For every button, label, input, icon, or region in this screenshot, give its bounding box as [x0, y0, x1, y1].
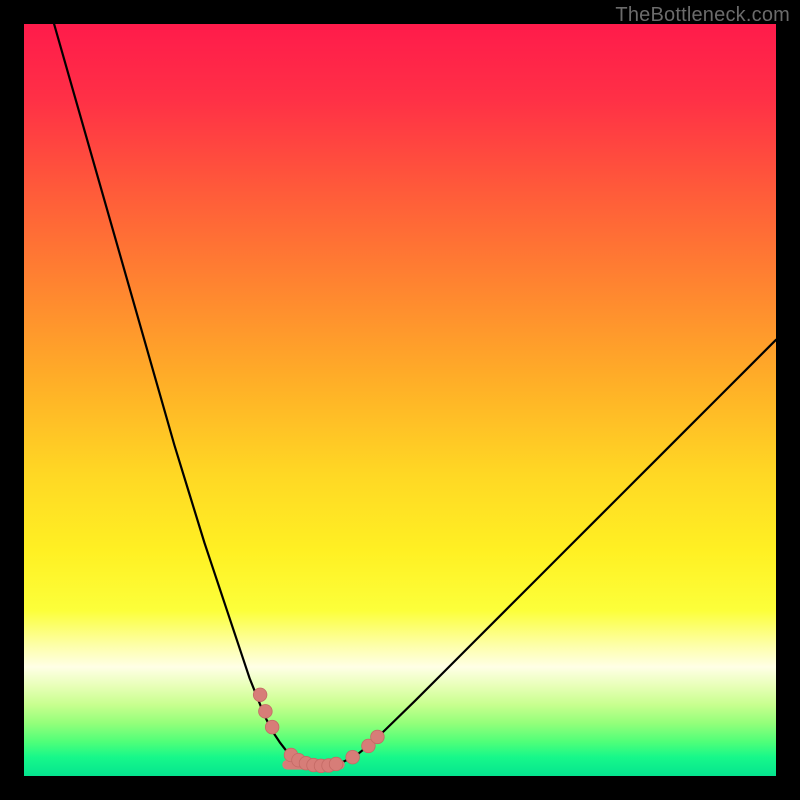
- data-marker: [265, 720, 279, 734]
- bottleneck-chart: [24, 24, 776, 776]
- data-marker: [259, 705, 273, 719]
- plot-area: [24, 24, 776, 776]
- data-marker: [253, 688, 267, 702]
- gradient-background: [24, 24, 776, 776]
- data-marker: [371, 730, 385, 744]
- data-marker: [329, 757, 343, 771]
- watermark-label: TheBottleneck.com: [615, 4, 790, 27]
- chart-frame: TheBottleneck.com: [0, 0, 800, 800]
- data-marker: [346, 750, 360, 764]
